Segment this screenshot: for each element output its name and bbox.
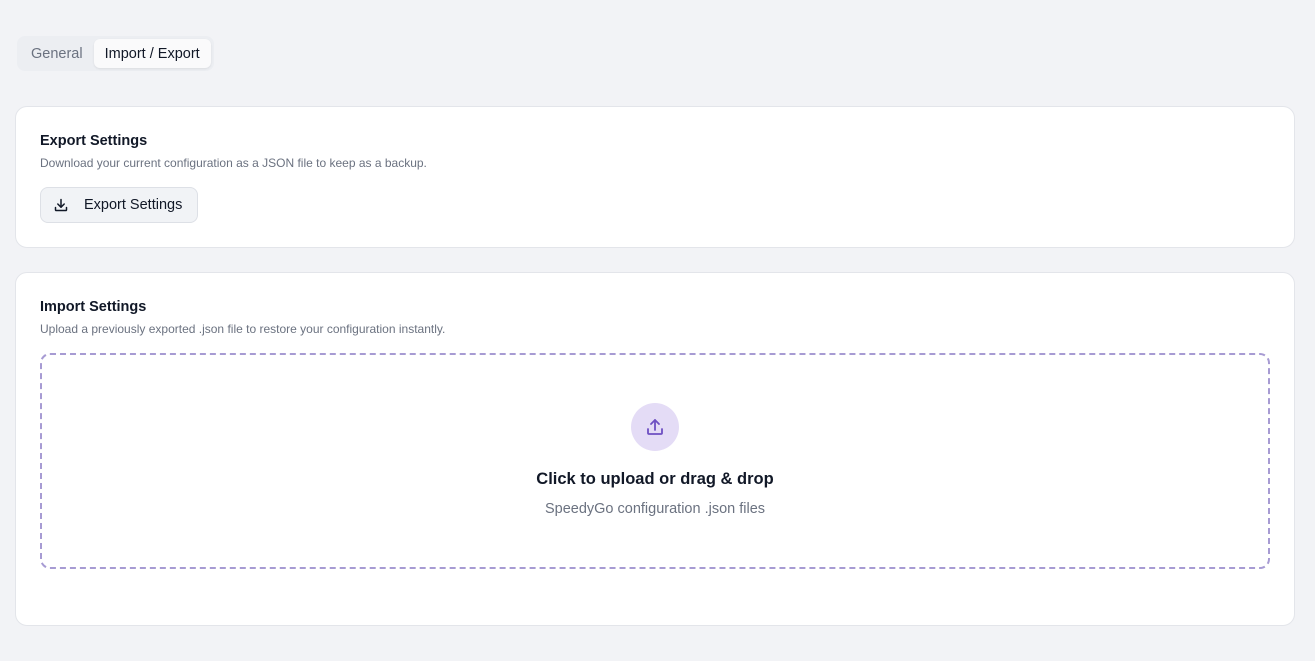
export-settings-description: Download your current configuration as a… (40, 156, 427, 170)
tab-import-export[interactable]: Import / Export (93, 39, 211, 68)
import-settings-title: Import Settings (40, 299, 147, 315)
download-icon (53, 197, 69, 213)
dropzone-subtitle: SpeedyGo configuration .json files (544, 501, 766, 517)
export-settings-button[interactable]: Export Settings (40, 187, 198, 223)
export-settings-card: Export Settings Download your current co… (15, 106, 1295, 248)
import-settings-description: Upload a previously exported .json file … (40, 322, 446, 336)
upload-icon (644, 416, 666, 438)
upload-dropzone[interactable]: Click to upload or drag & drop SpeedyGo … (40, 353, 1270, 569)
import-settings-card: Import Settings Upload a previously expo… (15, 272, 1295, 626)
settings-tabs: General Import / Export (17, 36, 214, 71)
export-settings-title: Export Settings (40, 133, 148, 149)
dropzone-title: Click to upload or drag & drop (536, 470, 774, 488)
settings-page: General Import / Export Export Settings … (0, 0, 1315, 661)
export-settings-button-label: Export Settings (84, 197, 183, 213)
tab-general[interactable]: General (20, 39, 94, 68)
upload-icon-circle (631, 403, 679, 451)
